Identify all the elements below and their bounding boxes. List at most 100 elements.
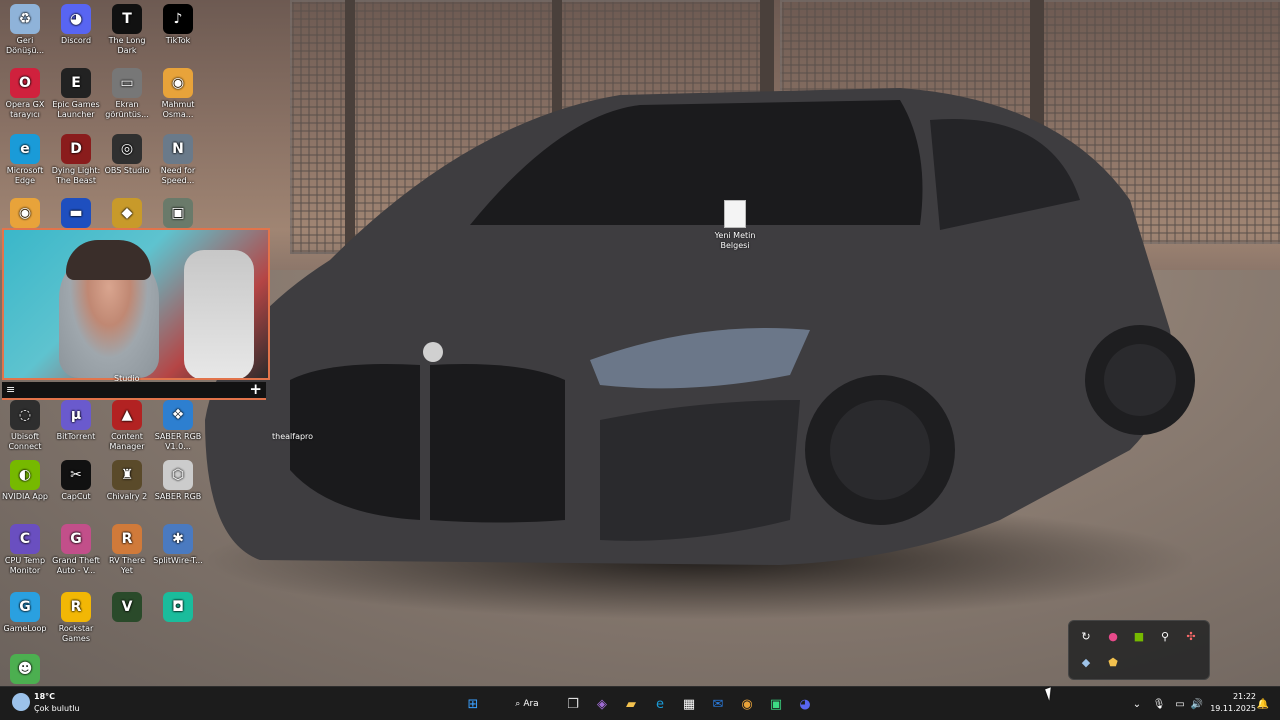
desktop-icon-the-long-dark[interactable]: T The Long Dark	[102, 4, 152, 56]
desktop-icon-label: Opera GX tarayıcı	[5, 100, 45, 119]
notification-bell-icon[interactable]: 🔔	[1256, 697, 1270, 711]
chrome-icon: ◉	[10, 198, 40, 228]
desktop-icon-partial[interactable]: ◆	[102, 198, 152, 230]
app-green-taskbar-icon[interactable]: ▣	[765, 693, 787, 715]
edge-taskbar-icon[interactable]: e	[649, 693, 671, 715]
desktop-icon-rockstar[interactable]: R Rockstar Games	[51, 592, 101, 644]
desktop-icon-dying-light[interactable]: D Dying Light: The Beast	[51, 134, 101, 186]
desktop-icon-label: CapCut	[61, 492, 91, 501]
desktop-icon-edge[interactable]: e Microsoft Edge	[0, 134, 50, 186]
menu-icon[interactable]: ≡	[6, 383, 15, 396]
desktop-icon-gameloop[interactable]: G GameLoop	[0, 592, 50, 634]
desktop-icon-capcut[interactable]: ✂ CapCut	[51, 460, 101, 502]
search-button[interactable]: ⌕ Ara	[502, 694, 552, 714]
desktop-icon-tiktok[interactable]: ♪ TikTok	[153, 4, 203, 46]
desktop-icon-label: RV There Yet	[108, 556, 146, 575]
desktop-icon-label: Mahmut Osma...	[161, 100, 195, 119]
app-green-icon: ☻	[10, 654, 40, 684]
nvidia-tray-icon[interactable]: ■	[1132, 629, 1146, 643]
desktop-icon-ubisoft[interactable]: ◌ Ubisoft Connect	[0, 400, 50, 452]
tray-overflow-flyout: ↻ ● ■ ⚲ ✣ ◆ ⬟	[1068, 620, 1210, 680]
desktop-icon-nvidia[interactable]: ◐ NVIDIA App	[0, 460, 50, 502]
obs-source-bar[interactable]: ≡ +	[2, 380, 266, 400]
desktop-icon-label: OBS Studio	[104, 166, 150, 175]
content-manager-icon: ▲	[112, 400, 142, 430]
desktop-icon-label: Need for Speed...	[160, 166, 196, 185]
clock[interactable]: 21:22 19.11.2025	[1204, 691, 1256, 715]
desktop-icon-epic-games[interactable]: E Epic Games Launcher	[51, 68, 101, 120]
weather-condition: Çok bulutlu	[34, 704, 80, 713]
desktop-icon-app-teal[interactable]: ◘	[153, 592, 203, 624]
store-icon[interactable]: ▦	[678, 693, 700, 715]
desktop-icon-partial[interactable]: ▣	[153, 198, 203, 230]
desktop-icon-chrome[interactable]: ◉ Mahmut Osma...	[153, 68, 203, 120]
capcut-icon: ✂	[61, 460, 91, 490]
the-long-dark-icon: T	[112, 4, 142, 34]
webcam-overlay	[2, 228, 270, 380]
network-icon[interactable]: ▭	[1173, 697, 1187, 711]
discord-icon: ◕	[61, 4, 91, 34]
dying-light-icon: D	[61, 134, 91, 164]
task-view-icon[interactable]: ❐	[562, 693, 584, 715]
app-yellow-icon: ◆	[112, 198, 142, 228]
refresh-icon[interactable]: ↻	[1079, 629, 1093, 643]
chrome-taskbar-icon[interactable]: ◉	[736, 693, 758, 715]
chevron-up-icon[interactable]: ⌄	[1130, 697, 1144, 711]
desktop-icon-label: Epic Games Launcher	[52, 100, 100, 119]
desktop-icon-content-manager[interactable]: ▲ Content Manager	[102, 400, 152, 452]
text-file-icon	[724, 200, 746, 228]
bittorrent-icon: μ	[61, 400, 91, 430]
recycle-bin-icon: ♻	[10, 4, 40, 34]
splitwire-icon: ✱	[163, 524, 193, 554]
opera-gx-icon: O	[10, 68, 40, 98]
desktop-icon-app-green[interactable]: ☻	[0, 654, 50, 686]
epic-games-icon: E	[61, 68, 91, 98]
pinwheel-icon[interactable]: ✣	[1184, 629, 1198, 643]
desktop-icon-label: TikTok	[165, 36, 191, 45]
weather-temp: 18°C	[34, 692, 56, 701]
desktop-icon-discord[interactable]: ◕ Discord	[51, 4, 101, 46]
tiktok-icon: ♪	[163, 4, 193, 34]
desktop-icon-chivalry[interactable]: ♜ Chivalry 2	[102, 460, 152, 502]
desktop-icon-label: Grand Theft Auto - V...	[52, 556, 100, 575]
desktop-icon-gta[interactable]: G Grand Theft Auto - V...	[51, 524, 101, 576]
discord-taskbar-icon[interactable]: ◕	[794, 693, 816, 715]
desktop-icon-splitwire[interactable]: ✱ SplitWire-T...	[153, 524, 203, 566]
volume-icon[interactable]: 🔊	[1190, 697, 1204, 711]
desktop-icon-partial[interactable]: ▬	[51, 198, 101, 230]
desktop-icon-bittorrent[interactable]: μ BitTorrent	[51, 400, 101, 442]
steam-icon[interactable]: ◆	[1079, 655, 1093, 669]
desktop-icon-label: The Long Dark	[108, 36, 146, 55]
desktop-icon-label: Discord	[60, 36, 92, 45]
desktop-icon-recycle-bin[interactable]: ♻ Geri Dönüşü...	[0, 4, 50, 56]
usb-icon[interactable]: ⚲	[1158, 629, 1172, 643]
desktop-icon-obs[interactable]: ◎ OBS Studio	[102, 134, 152, 176]
desktop-icon-screenshot[interactable]: ▭ Ekran görüntüs...	[102, 68, 152, 120]
mail-icon[interactable]: ✉	[707, 693, 729, 715]
desktop-icon-saber-rgb[interactable]: ❖ SABER RGB V1.0...	[153, 400, 203, 452]
chivalry-icon: ♜	[112, 460, 142, 490]
desktop-icon-label: Chivalry 2	[106, 492, 148, 501]
desktop-file-text[interactable]: Yeni Metin Belgesi	[712, 200, 758, 251]
desktop-icon-opera-gx[interactable]: O Opera GX tarayıcı	[0, 68, 50, 120]
desktop-icon-partial[interactable]: ◉	[0, 198, 50, 230]
add-icon[interactable]: +	[249, 380, 262, 398]
desktop-icon-need-for-speed[interactable]: N Need for Speed...	[153, 134, 203, 186]
app-teal-icon: ◘	[163, 592, 193, 622]
widgets-icon[interactable]: ◈	[591, 693, 613, 715]
flag-icon: ▬	[61, 198, 91, 228]
rv-there-yet-icon: R	[112, 524, 142, 554]
desktop-icon-rv-there-yet[interactable]: R RV There Yet	[102, 524, 152, 576]
desktop-icon-saber-rgb-2[interactable]: ⬡ SABER RGB	[153, 460, 203, 502]
microphone-icon[interactable]: 🎙	[1152, 697, 1166, 711]
desktop-icon-label: SABER RGB	[154, 492, 202, 501]
gaming-chair	[184, 250, 254, 378]
saber-rgb-2-icon: ⬡	[163, 460, 193, 490]
desktop-icon-gta-v[interactable]: V	[102, 592, 152, 624]
file-explorer-icon[interactable]: ▰	[620, 693, 642, 715]
windows-start-icon[interactable]: ⊞	[462, 693, 484, 715]
desktop-icon-cpu-temp[interactable]: C CPU Temp Monitor	[0, 524, 50, 576]
ubisoft-icon: ◌	[10, 400, 40, 430]
pink-app-icon[interactable]: ●	[1106, 629, 1120, 643]
shield-app-icon[interactable]: ⬟	[1106, 655, 1120, 669]
